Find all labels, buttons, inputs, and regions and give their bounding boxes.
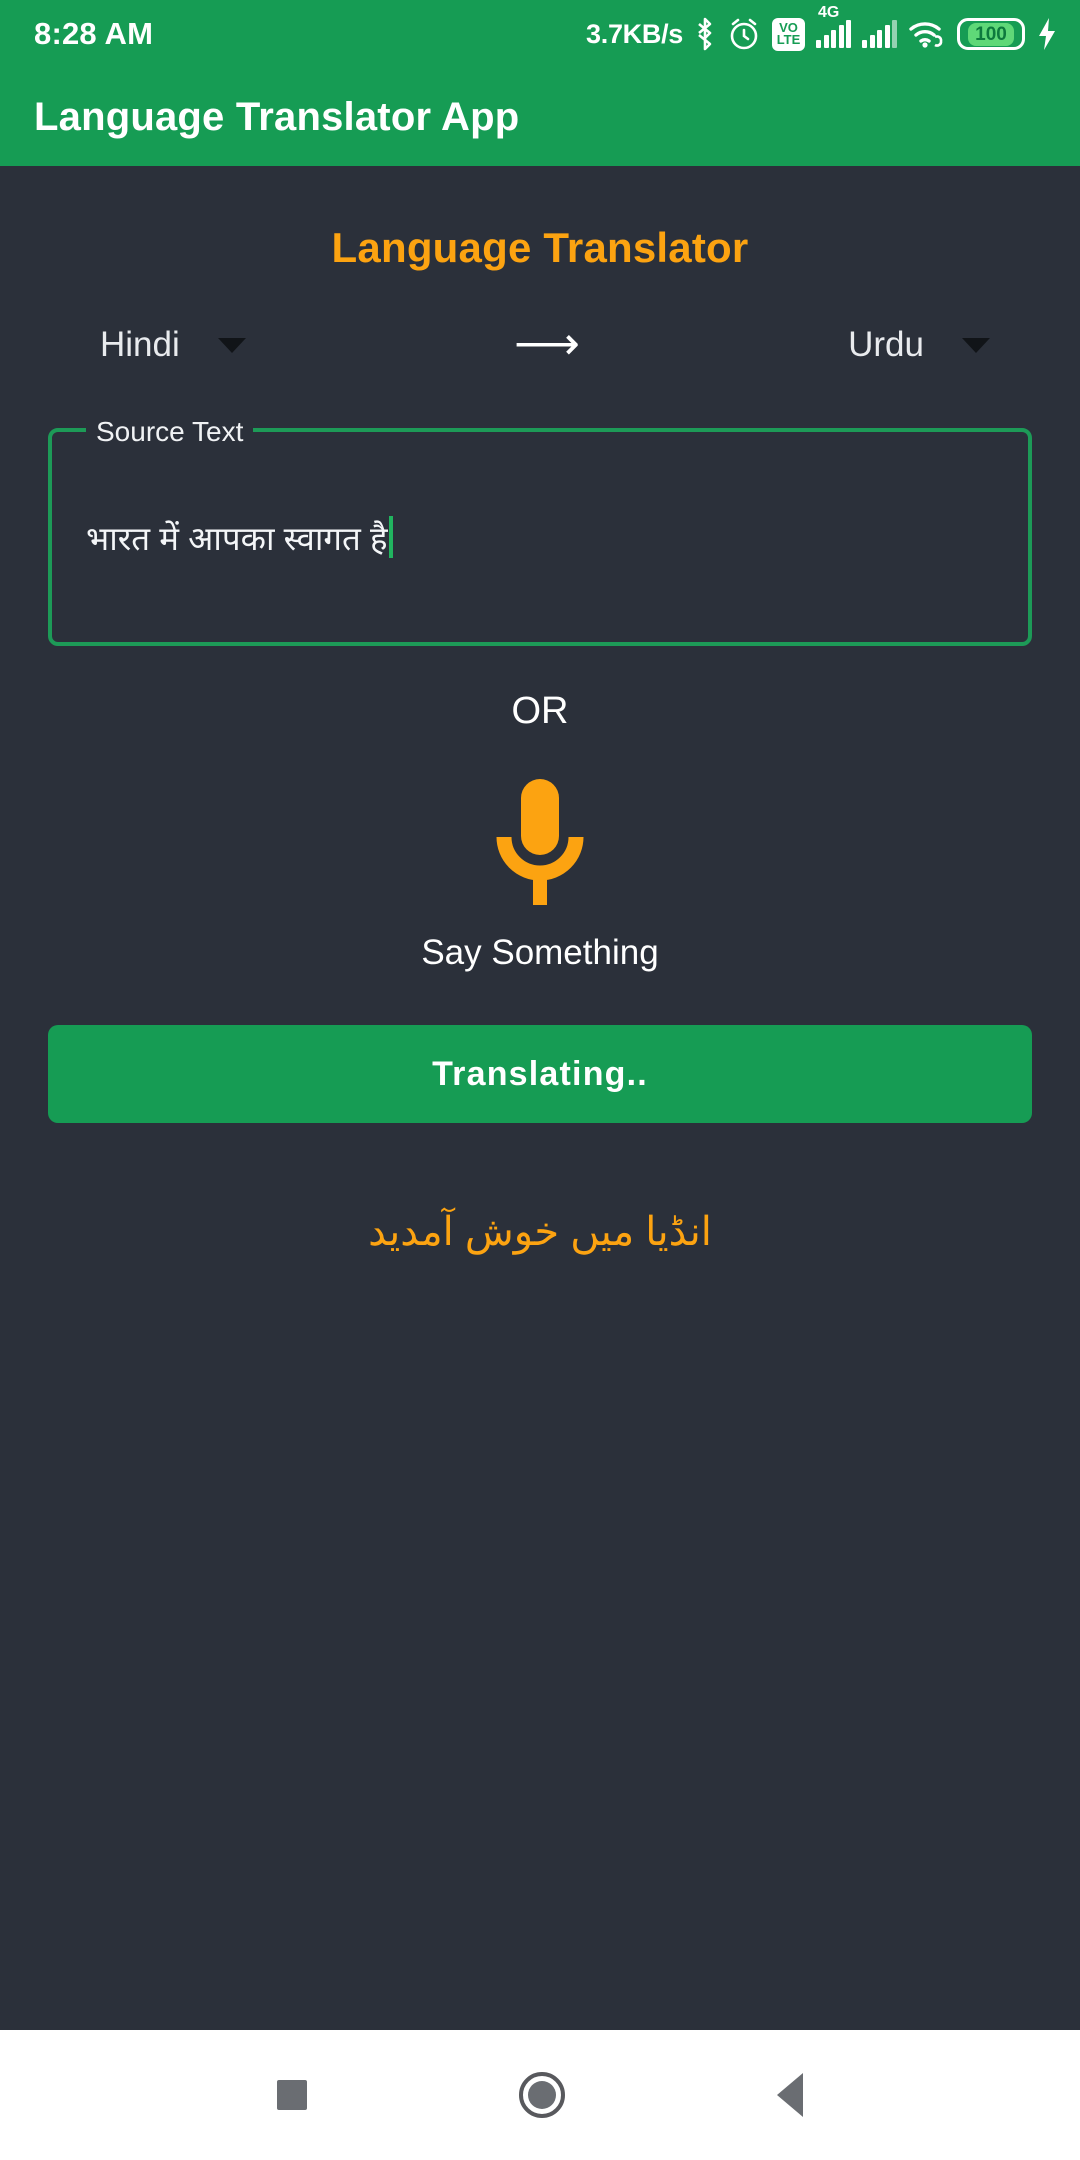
page-title: Language Translator — [331, 224, 749, 271]
or-divider-label: OR — [511, 690, 569, 732]
status-time: 8:28 AM — [34, 16, 154, 51]
signal-icon-sim1: 4G — [816, 4, 851, 48]
status-icons-group: 3.7KB/s VO LTE 4G 100 — [586, 4, 1058, 51]
volte-icon: VO LTE — [772, 17, 805, 51]
source-text-field-label: Source Text — [86, 413, 254, 451]
recents-square-icon[interactable] — [277, 2080, 307, 2110]
network-speed-text: 3.7KB/s — [586, 18, 683, 49]
battery-icon: 100 — [957, 18, 1025, 50]
charging-bolt-icon — [1039, 18, 1055, 50]
alarm-icon — [730, 18, 758, 50]
main-content: Language Translator Hindi ⟶ Urdu Source … — [0, 166, 1080, 2030]
bluetooth-icon — [698, 17, 712, 51]
source-language-label: Hindi — [100, 325, 180, 364]
volte-bottom-label: LTE — [776, 32, 801, 47]
text-cursor — [389, 516, 394, 558]
microphone-icon[interactable] — [486, 777, 594, 919]
android-navigation-bar — [0, 2030, 1080, 2160]
language-selector-row: Hindi ⟶ Urdu — [0, 320, 1080, 366]
chevron-down-icon[interactable] — [962, 337, 990, 353]
source-text-field-wrapper: Source Text भारत में आपका स्वागत है — [48, 413, 1032, 646]
wifi-icon — [909, 22, 943, 48]
back-triangle-icon[interactable] — [777, 2073, 803, 2117]
direction-arrow-icon: ⟶ — [513, 317, 580, 369]
status-bar: 8:28 AM 3.7KB/s VO LTE 4G 100 — [0, 0, 1080, 68]
network-type-label: 4G — [818, 4, 840, 21]
translate-button[interactable]: Translating.. — [48, 1025, 1032, 1123]
source-language-dropdown[interactable]: Hindi — [100, 325, 246, 365]
battery-level-label: 100 — [968, 22, 1014, 46]
translated-text: انڈیا میں خوش آمدید — [368, 1210, 712, 1254]
signal-bars-sim1 — [816, 20, 851, 48]
chevron-down-icon[interactable] — [217, 337, 246, 353]
source-text-value: भारत में आपका स्वागत है — [86, 519, 388, 557]
target-language-label: Urdu — [848, 325, 924, 364]
target-language-dropdown[interactable]: Urdu — [848, 325, 990, 365]
app-screen: 8:28 AM 3.7KB/s VO LTE 4G 100 Language T… — [0, 0, 1080, 2160]
mic-caption: Say Something — [421, 933, 659, 972]
app-bar: Language Translator App — [0, 68, 1080, 166]
signal-bars-sim2 — [862, 20, 897, 48]
home-circle-icon[interactable] — [519, 2072, 565, 2118]
source-text-input[interactable]: Source Text भारत में आपका स्वागत है — [48, 413, 1032, 646]
app-bar-title: Language Translator App — [34, 94, 520, 139]
voice-input-area[interactable]: Say Something — [0, 777, 1080, 973]
